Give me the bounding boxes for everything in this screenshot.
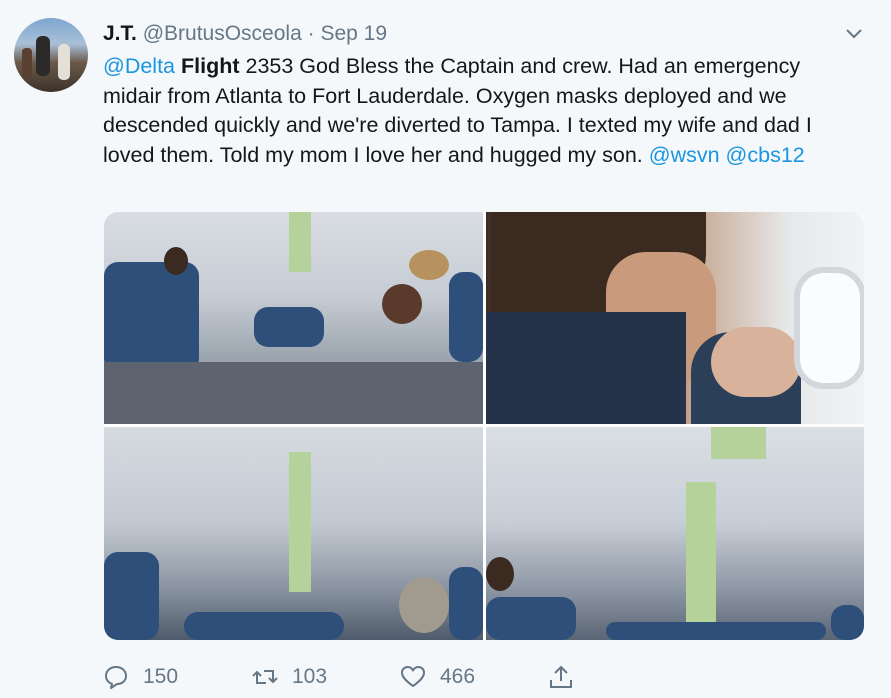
tweet: J.T. @BrutusOsceola · Sep 19 @Delta Flig… (0, 0, 891, 698)
photo-cabin-2[interactable] (104, 427, 483, 640)
mention-wsvn[interactable]: @wsvn (649, 143, 720, 167)
reply-count: 150 (143, 665, 179, 688)
share-button[interactable] (548, 660, 574, 694)
author-handle[interactable]: @BrutusOsceola (143, 22, 302, 45)
reply-button[interactable]: 150 (103, 660, 178, 694)
like-icon (401, 666, 425, 687)
separator-dot: · (307, 22, 315, 45)
action-bar: 150 103 466 (103, 660, 603, 694)
tweet-header: J.T. @BrutusOsceola · Sep 19 (103, 20, 387, 48)
mention-delta[interactable]: @Delta (103, 54, 175, 78)
reply-icon (105, 666, 127, 689)
bold-word: Flight (181, 54, 240, 78)
author-name[interactable]: J.T. (103, 22, 137, 45)
photo-man-hugging-son[interactable] (486, 212, 864, 424)
avatar[interactable] (14, 18, 88, 92)
photo-cabin-1[interactable] (104, 212, 483, 424)
mention-cbs12[interactable]: @cbs12 (726, 143, 805, 167)
share-icon (550, 665, 572, 688)
chevron-down-icon[interactable] (844, 26, 864, 42)
retweet-button[interactable]: 103 (252, 660, 327, 694)
like-button[interactable]: 466 (400, 660, 475, 694)
photo-cabin-3[interactable] (486, 427, 864, 640)
like-count: 466 (440, 665, 476, 688)
tweet-date[interactable]: Sep 19 (320, 22, 387, 45)
retweet-count: 103 (292, 665, 328, 688)
media-grid (104, 212, 864, 640)
tweet-text: @Delta Flight 2353 God Bless the Captain… (103, 52, 863, 170)
retweet-icon (252, 670, 278, 684)
